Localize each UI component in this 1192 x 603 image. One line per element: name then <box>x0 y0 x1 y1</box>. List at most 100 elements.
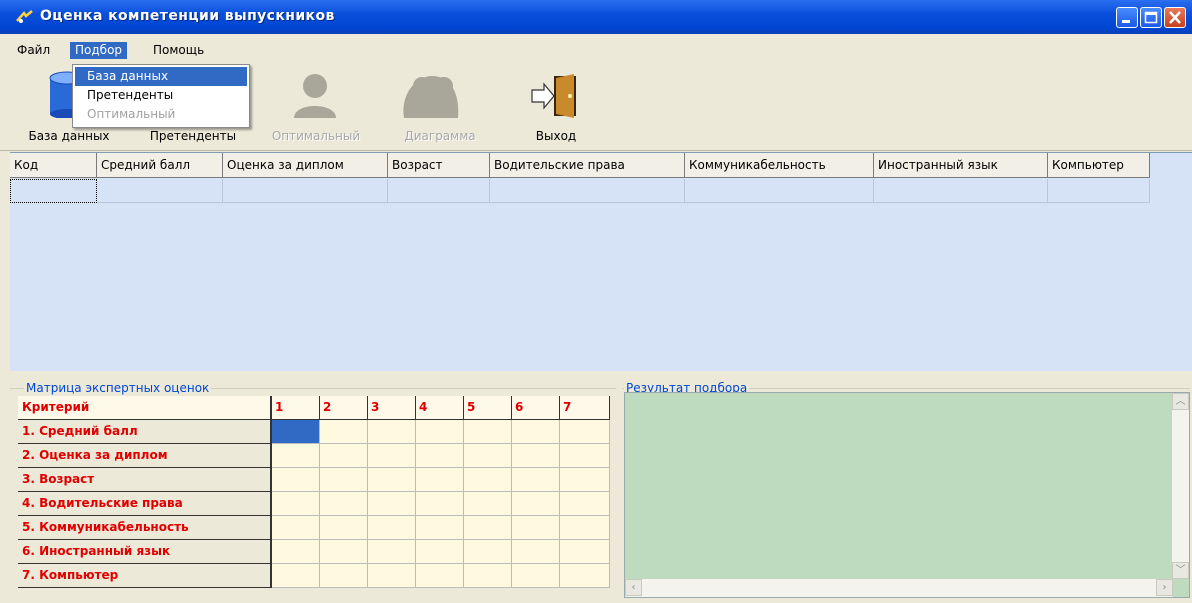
matrix-cell[interactable] <box>464 564 512 588</box>
close-button[interactable] <box>1164 7 1186 28</box>
optimal-button[interactable]: Оптимальный <box>256 66 376 146</box>
matrix-header-col: 5 <box>464 396 512 420</box>
matrix-cell[interactable] <box>512 468 560 492</box>
matrix-cell[interactable] <box>560 468 610 492</box>
matrix-cell[interactable] <box>368 468 416 492</box>
menu-selection[interactable]: Подбор <box>70 42 128 59</box>
scroll-left-button[interactable]: ‹ <box>625 579 642 596</box>
grid-cell[interactable] <box>223 179 388 203</box>
matrix-cell[interactable] <box>512 492 560 516</box>
column-header-computer[interactable]: Компьютер <box>1048 153 1150 178</box>
matrix-cell[interactable] <box>416 492 464 516</box>
grid-cell[interactable] <box>97 179 223 203</box>
dropdown-item-candidates[interactable]: Претенденты <box>75 86 247 105</box>
column-header-code[interactable]: Код <box>10 153 97 178</box>
matrix-row: 1. Средний балл <box>18 420 610 444</box>
matrix-cell[interactable] <box>368 516 416 540</box>
matrix-cell[interactable] <box>512 420 560 444</box>
close-icon <box>1169 11 1181 24</box>
matrix-cell[interactable] <box>320 540 368 564</box>
maximize-button[interactable] <box>1140 7 1162 28</box>
matrix-cell[interactable] <box>560 564 610 588</box>
matrix-cell[interactable] <box>416 468 464 492</box>
grid-cell[interactable] <box>1048 179 1150 203</box>
matrix-cell[interactable] <box>320 420 368 444</box>
column-header-diploma[interactable]: Оценка за диплом <box>223 153 388 178</box>
matrix-cell[interactable] <box>272 468 320 492</box>
maximize-icon <box>1144 11 1158 24</box>
matrix-cell[interactable] <box>464 516 512 540</box>
grid-cell[interactable] <box>388 179 490 203</box>
matrix-cell[interactable] <box>512 444 560 468</box>
matrix-cell[interactable] <box>560 516 610 540</box>
matrix-cell[interactable] <box>368 564 416 588</box>
minimize-button[interactable] <box>1116 7 1138 28</box>
matrix-cell[interactable] <box>560 444 610 468</box>
matrix-cell[interactable] <box>512 564 560 588</box>
matrix-cell[interactable] <box>272 444 320 468</box>
matrix-cell[interactable] <box>368 420 416 444</box>
grid-cell[interactable] <box>874 179 1048 203</box>
matrix-cell[interactable] <box>464 468 512 492</box>
matrix-cell[interactable] <box>320 516 368 540</box>
matrix-cell[interactable] <box>416 516 464 540</box>
scroll-right-button[interactable]: › <box>1156 579 1173 596</box>
matrix-cell[interactable] <box>560 420 610 444</box>
grid-cell[interactable] <box>685 179 874 203</box>
matrix-criterion: 7. Компьютер <box>18 564 272 588</box>
matrix-cell[interactable] <box>560 492 610 516</box>
column-header-language[interactable]: Иностранный язык <box>874 153 1048 178</box>
matrix-header-col: 2 <box>320 396 368 420</box>
optimal-button-label: Оптимальный <box>271 129 361 143</box>
matrix-header-col: 6 <box>512 396 560 420</box>
menu-file[interactable]: Файл <box>12 42 55 59</box>
matrix-cell[interactable] <box>464 444 512 468</box>
matrix-cell[interactable] <box>320 468 368 492</box>
scroll-up-button[interactable]: ︿ <box>1172 393 1189 410</box>
exit-button[interactable]: Выход <box>516 66 596 146</box>
grid-cell[interactable] <box>10 179 97 203</box>
vertical-scrollbar[interactable]: ︿ ﹀ <box>1172 393 1189 579</box>
matrix-cell[interactable] <box>272 564 320 588</box>
matrix-cell[interactable] <box>320 444 368 468</box>
scroll-down-button[interactable]: ﹀ <box>1172 562 1189 579</box>
matrix-cell[interactable] <box>368 444 416 468</box>
matrix-cell[interactable] <box>416 444 464 468</box>
dropdown-item-database[interactable]: База данных <box>75 67 247 86</box>
matrix-cell[interactable] <box>320 564 368 588</box>
dropdown-item-optimal[interactable]: Оптимальный <box>75 105 247 124</box>
matrix-cell[interactable] <box>512 540 560 564</box>
diagram-button[interactable]: Диаграмма <box>388 66 492 146</box>
matrix-cell[interactable] <box>464 540 512 564</box>
matrix-cell[interactable] <box>272 420 320 444</box>
matrix-cell[interactable] <box>416 420 464 444</box>
matrix-cell[interactable] <box>464 420 512 444</box>
expert-matrix-title: Матрица экспертных оценок <box>24 380 212 396</box>
menu-help[interactable]: Помощь <box>148 42 209 59</box>
group-icon <box>403 76 459 118</box>
matrix-row: 7. Компьютер <box>18 564 610 588</box>
diagram-button-label: Диаграмма <box>404 129 476 143</box>
column-header-communication[interactable]: Коммуникабельность <box>685 153 874 178</box>
person-icon <box>294 74 336 118</box>
matrix-cell[interactable] <box>416 540 464 564</box>
matrix-cell[interactable] <box>320 492 368 516</box>
column-header-age[interactable]: Возраст <box>388 153 490 178</box>
matrix-cell[interactable] <box>512 516 560 540</box>
result-memo[interactable]: ︿ ﹀ ‹ › <box>624 392 1190 598</box>
matrix-cell[interactable] <box>464 492 512 516</box>
horizontal-scrollbar[interactable]: ‹ › <box>625 579 1173 597</box>
column-header-driving[interactable]: Водительские права <box>490 153 685 178</box>
matrix-cell[interactable] <box>272 516 320 540</box>
matrix-cell[interactable] <box>368 540 416 564</box>
data-grid[interactable]: Код Средний балл Оценка за диплом Возрас… <box>10 152 1192 371</box>
matrix-cell[interactable] <box>272 540 320 564</box>
matrix-cell[interactable] <box>272 492 320 516</box>
matrix-cell[interactable] <box>368 492 416 516</box>
candidates-button-label: Претенденты <box>149 129 237 143</box>
matrix-cell[interactable] <box>560 540 610 564</box>
column-header-avg-score[interactable]: Средний балл <box>97 153 223 178</box>
matrix-row: 2. Оценка за диплом <box>18 444 610 468</box>
grid-cell[interactable] <box>490 179 685 203</box>
matrix-cell[interactable] <box>416 564 464 588</box>
